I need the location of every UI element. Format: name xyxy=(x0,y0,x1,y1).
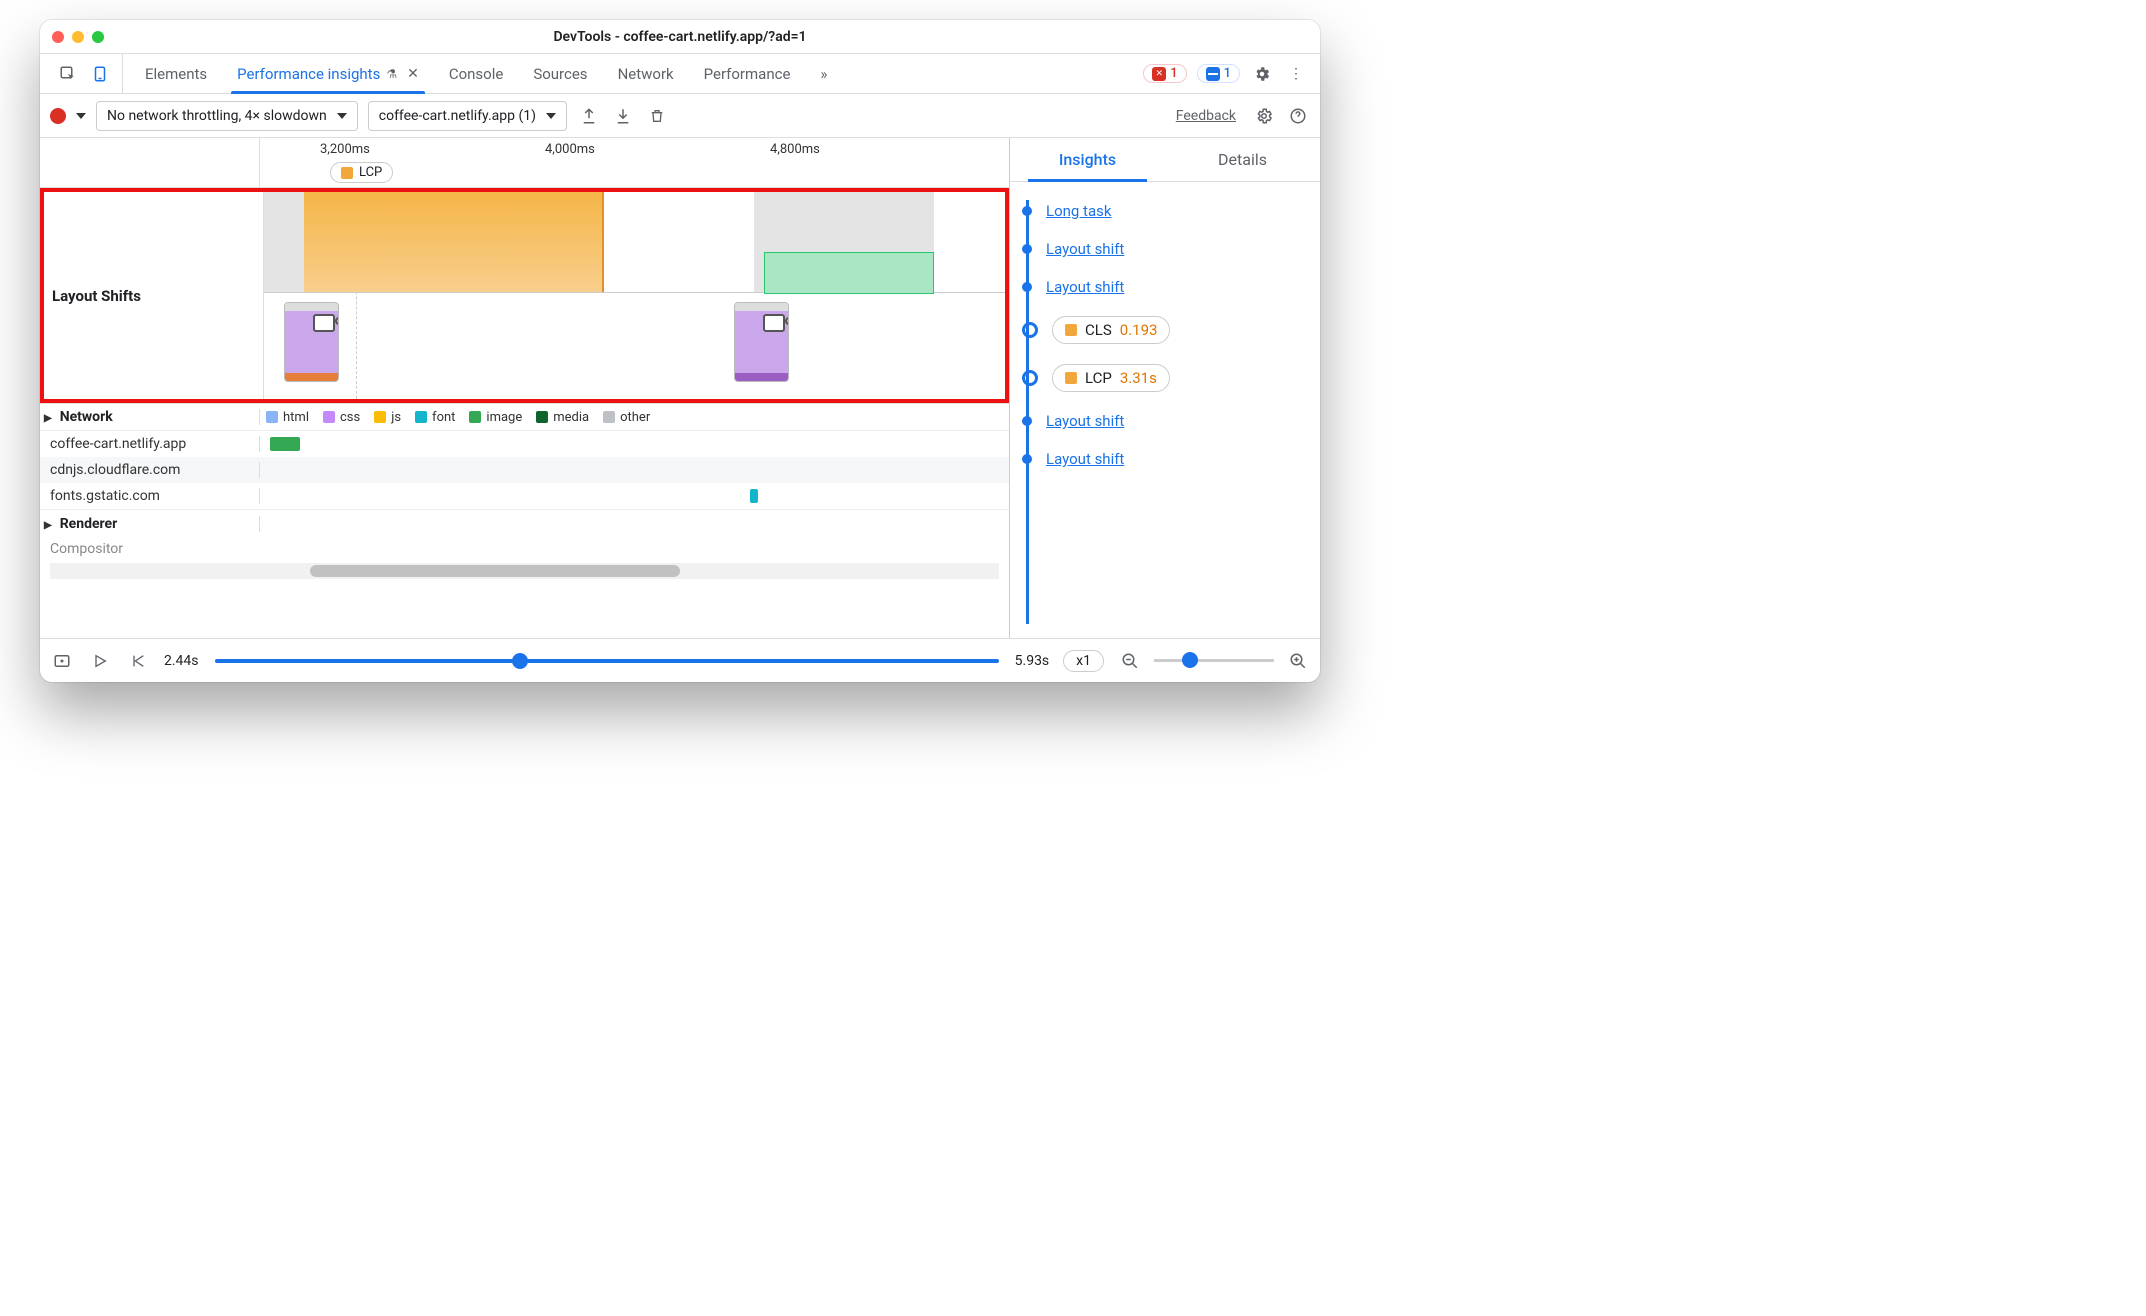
network-row[interactable]: coffee-cart.netlify.app xyxy=(40,431,1009,457)
compositor-row: Compositor xyxy=(40,537,1009,561)
range-start: 2.44s xyxy=(164,653,199,669)
network-row[interactable]: fonts.gstatic.com xyxy=(40,483,1009,509)
lcp-swatch-icon xyxy=(341,167,353,179)
lcp-marker-pill[interactable]: LCP xyxy=(330,162,393,183)
timeline-block[interactable] xyxy=(764,252,934,294)
right-pane-tabs: Insights Details xyxy=(1010,138,1320,182)
cls-pill[interactable]: CLS 0.193 xyxy=(1052,316,1170,344)
zoom-in-icon[interactable] xyxy=(1286,649,1310,673)
throttling-select[interactable]: No network throttling, 4× slowdown xyxy=(96,101,358,131)
tab-sources[interactable]: Sources xyxy=(519,54,601,93)
panel-tabs-bar: Elements Performance insights ⚗ ✕ Consol… xyxy=(40,54,1320,94)
record-options-dropdown[interactable] xyxy=(76,113,86,119)
minimize-window-button[interactable] xyxy=(72,31,84,43)
expand-toggle-icon[interactable] xyxy=(44,409,56,425)
playback-speed-pill[interactable]: x1 xyxy=(1063,650,1104,672)
insights-toolbar: No network throttling, 4× slowdown coffe… xyxy=(40,94,1320,138)
toggle-screenshots-icon[interactable] xyxy=(50,649,74,673)
chevron-down-icon xyxy=(337,113,347,119)
zoom-out-icon[interactable] xyxy=(1118,649,1142,673)
insight-metric-icon xyxy=(1022,370,1038,386)
network-section-header[interactable]: Network html css js font image media oth… xyxy=(40,403,1009,431)
play-icon[interactable] xyxy=(88,649,112,673)
zoom-slider[interactable] xyxy=(1154,659,1274,662)
time-tick: 4,000ms xyxy=(545,142,595,157)
traffic-lights xyxy=(52,31,104,43)
tab-details[interactable]: Details xyxy=(1165,138,1320,181)
message-count-badge[interactable]: 1 xyxy=(1197,64,1240,83)
panel-settings-icon[interactable] xyxy=(1252,104,1276,128)
network-legend: html css js font image media other xyxy=(260,410,650,425)
time-tick: 4,800ms xyxy=(770,142,820,157)
cls-swatch-icon xyxy=(1065,324,1077,336)
insights-list[interactable]: Long task Layout shift Layout shift CLS … xyxy=(1010,182,1320,638)
error-count-badge[interactable]: 1 xyxy=(1143,64,1186,83)
horizontal-scrollbar[interactable] xyxy=(50,563,999,579)
expand-toggle-icon[interactable] xyxy=(44,516,56,532)
insight-layout-shift[interactable]: Layout shift xyxy=(1046,240,1124,258)
zoom-controls xyxy=(1118,649,1310,673)
inspect-element-icon[interactable] xyxy=(56,62,80,86)
tabs-overflow-button[interactable]: » xyxy=(806,54,841,93)
insight-metric-icon xyxy=(1022,322,1038,338)
insight-layout-shift[interactable]: Layout shift xyxy=(1046,412,1124,430)
time-ruler[interactable]: 3,200ms 4,000ms 4,800ms LCP xyxy=(40,138,1009,188)
screenshot-thumbnail[interactable] xyxy=(284,302,339,382)
help-icon[interactable] xyxy=(1286,104,1310,128)
recording-select[interactable]: coffee-cart.netlify.app (1) xyxy=(368,101,567,131)
close-tab-button[interactable]: ✕ xyxy=(407,66,419,82)
lcp-swatch-icon xyxy=(1065,372,1077,384)
network-row[interactable]: cdnjs.cloudflare.com xyxy=(40,457,1009,483)
main-content: 3,200ms 4,000ms 4,800ms LCP Layout Shift… xyxy=(40,138,1320,638)
device-toggle-icon[interactable] xyxy=(88,62,112,86)
window-title: DevTools - coffee-cart.netlify.app/?ad=1 xyxy=(40,29,1320,45)
devtools-window: DevTools - coffee-cart.netlify.app/?ad=1… xyxy=(40,20,1320,682)
screenshot-thumbnail[interactable] xyxy=(734,302,789,382)
experiment-icon: ⚗ xyxy=(386,67,397,81)
record-button[interactable] xyxy=(50,108,66,124)
close-window-button[interactable] xyxy=(52,31,64,43)
feedback-link[interactable]: Feedback xyxy=(1176,108,1236,124)
delete-icon[interactable] xyxy=(645,104,669,128)
more-menu-icon[interactable]: ⋮ xyxy=(1284,62,1308,86)
export-icon[interactable] xyxy=(577,104,601,128)
tab-insights[interactable]: Insights xyxy=(1010,138,1165,181)
tab-elements[interactable]: Elements xyxy=(131,54,221,93)
tab-performance-insights[interactable]: Performance insights ⚗ ✕ xyxy=(223,54,433,93)
time-range-slider[interactable] xyxy=(215,659,999,663)
insight-layout-shift[interactable]: Layout shift xyxy=(1046,450,1124,468)
tab-network[interactable]: Network xyxy=(604,54,688,93)
settings-gear-icon[interactable] xyxy=(1250,62,1274,86)
chevron-down-icon xyxy=(546,113,556,119)
timeline-connector xyxy=(1026,200,1029,624)
layout-shifts-label: Layout Shifts xyxy=(44,192,264,399)
tab-console[interactable]: Console xyxy=(435,54,518,93)
renderer-section-header[interactable]: Renderer xyxy=(40,509,1009,537)
playback-footer: 2.44s 5.93s x1 xyxy=(40,638,1320,682)
titlebar: DevTools - coffee-cart.netlify.app/?ad=1 xyxy=(40,20,1320,54)
timeline-pane: 3,200ms 4,000ms 4,800ms LCP Layout Shift… xyxy=(40,138,1010,638)
tab-performance[interactable]: Performance xyxy=(690,54,805,93)
details-pane: Insights Details Long task Layout shift … xyxy=(1010,138,1320,638)
insight-layout-shift[interactable]: Layout shift xyxy=(1046,278,1124,296)
layout-shifts-track[interactable]: Layout Shifts xyxy=(40,188,1009,403)
time-tick: 3,200ms xyxy=(320,142,370,157)
maximize-window-button[interactable] xyxy=(92,31,104,43)
lcp-pill[interactable]: LCP 3.31s xyxy=(1052,364,1170,392)
insight-long-task[interactable]: Long task xyxy=(1046,202,1111,220)
rewind-icon[interactable] xyxy=(126,649,150,673)
range-end: 5.93s xyxy=(1015,653,1050,669)
import-icon[interactable] xyxy=(611,104,635,128)
timeline-block[interactable] xyxy=(304,192,604,292)
